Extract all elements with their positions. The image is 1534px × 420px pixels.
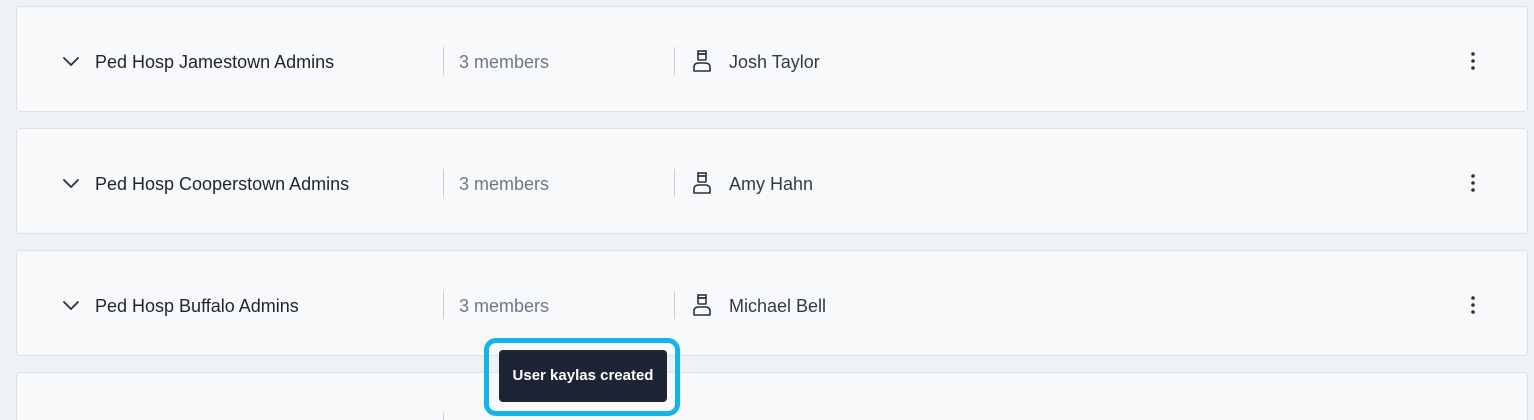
group-row[interactable]: Ped Hosp Jamestown Admins 3 members Josh…: [16, 6, 1528, 112]
user-icon: [693, 294, 711, 316]
group-owner[interactable]: Michael Bell: [729, 295, 826, 317]
divider: [674, 169, 675, 197]
divider: [443, 169, 444, 197]
group-name: Ped Hosp Jamestown Admins: [95, 52, 335, 72]
member-count: 3 members: [459, 52, 550, 72]
user-icon: [693, 50, 711, 72]
member-count: 3 members: [459, 296, 550, 316]
group-row[interactable]: [16, 372, 1528, 420]
groups-page: Ped Hosp Jamestown Admins 3 members Josh…: [0, 0, 1534, 420]
divider: [674, 291, 675, 319]
more-vertical-icon[interactable]: [1463, 293, 1483, 317]
group-name: Ped Hosp Cooperstown Admins: [95, 174, 350, 194]
divider: [674, 47, 675, 75]
chevron-down-icon[interactable]: [61, 173, 81, 193]
toast-message: User kaylas created: [499, 350, 667, 402]
group-row[interactable]: Ped Hosp Buffalo Admins 3 members Michae…: [16, 250, 1528, 356]
chevron-down-icon[interactable]: [61, 51, 81, 71]
user-icon: [693, 172, 711, 194]
more-vertical-icon[interactable]: [1463, 49, 1483, 73]
group-owner[interactable]: Josh Taylor: [729, 51, 820, 73]
group-row[interactable]: Ped Hosp Cooperstown Admins 3 members Am…: [16, 128, 1528, 234]
chevron-down-icon[interactable]: [61, 295, 81, 315]
member-count: 3 members: [459, 174, 550, 194]
group-owner[interactable]: Amy Hahn: [729, 173, 813, 195]
divider: [443, 47, 444, 75]
group-name: Ped Hosp Buffalo Admins: [95, 296, 299, 316]
divider: [443, 413, 444, 420]
more-vertical-icon[interactable]: [1463, 171, 1483, 195]
divider: [443, 291, 444, 319]
